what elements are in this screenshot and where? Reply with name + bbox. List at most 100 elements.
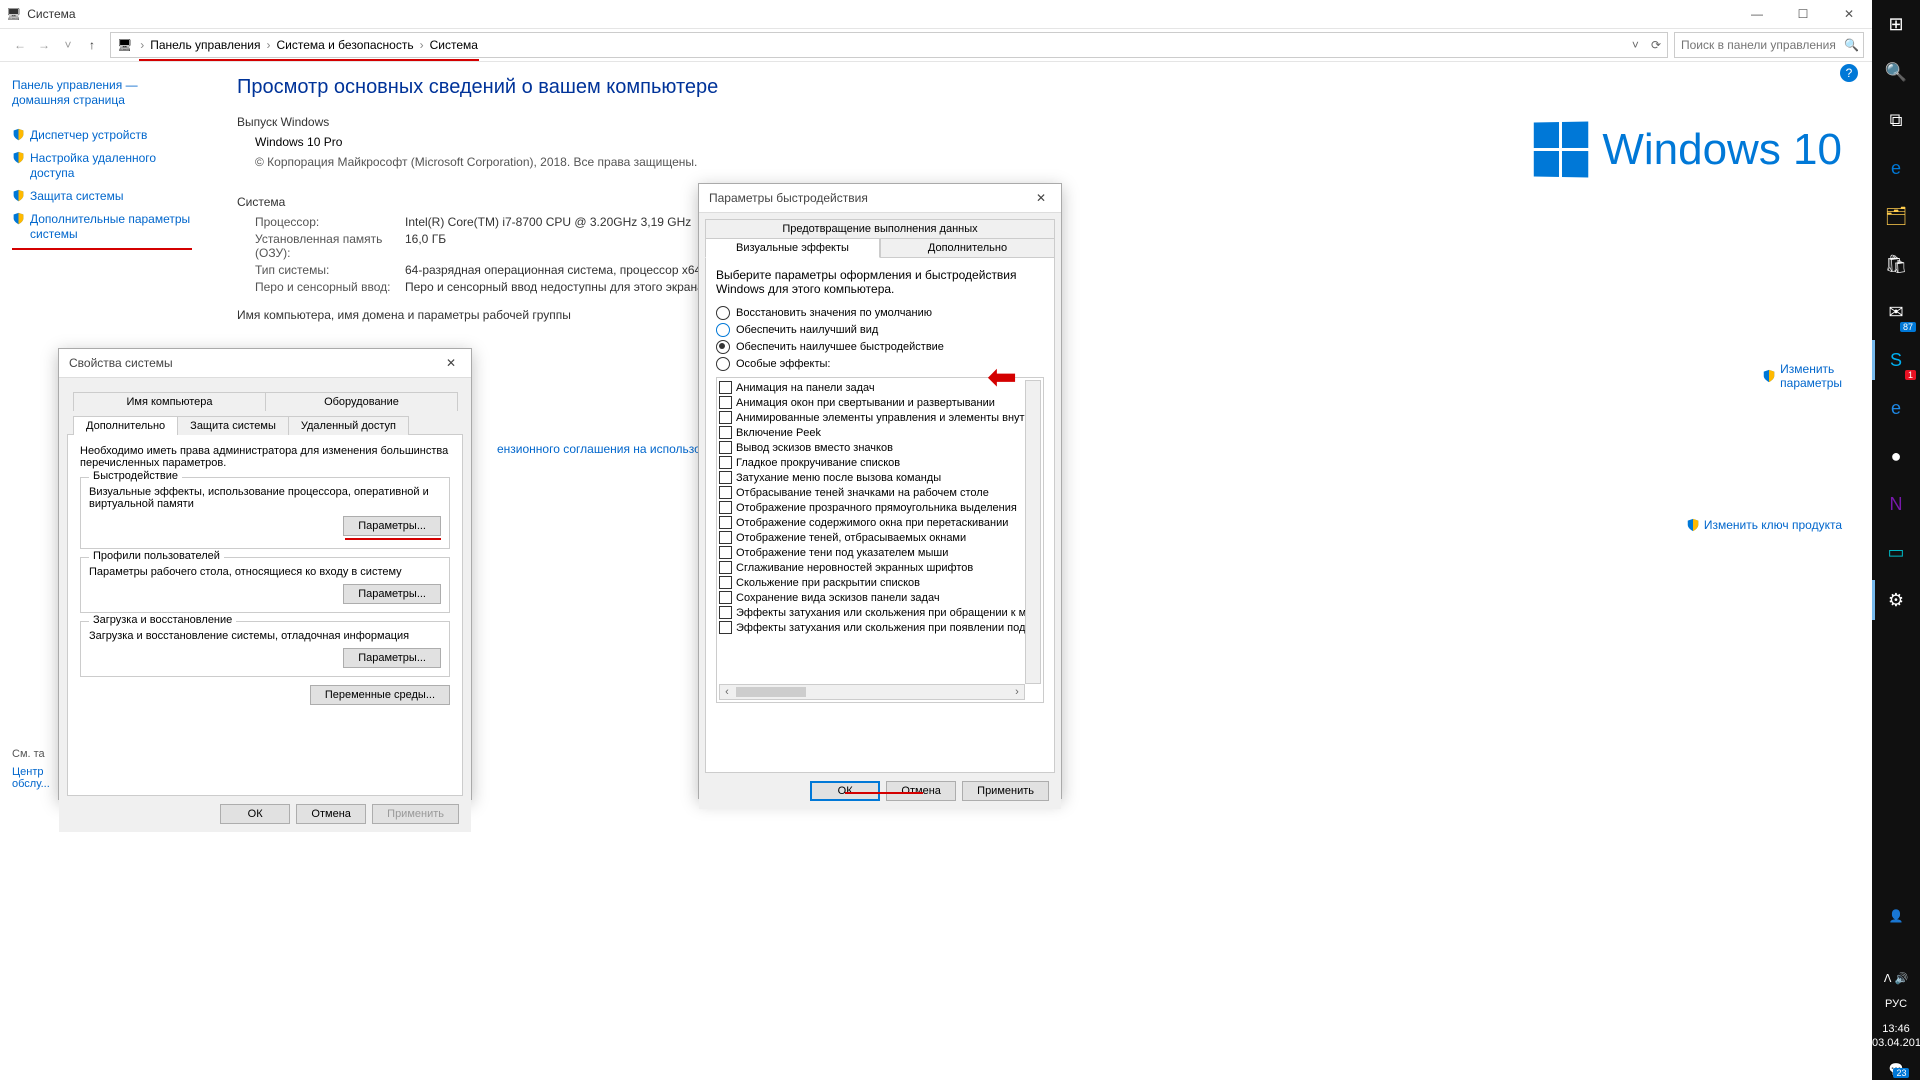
address-dropdown[interactable]: ˅: [1626, 38, 1645, 52]
startup-settings-button[interactable]: Параметры...: [343, 648, 441, 668]
sidebar-link-2[interactable]: Защита системы: [12, 185, 207, 208]
effect-item-2[interactable]: Анимированные элементы управления и элем…: [719, 410, 1041, 425]
nav-up[interactable]: ↑: [80, 38, 104, 52]
crumb-control-panel[interactable]: Панель управления: [146, 38, 264, 52]
effect-item-12[interactable]: Сглаживание неровностей экранных шрифтов: [719, 560, 1041, 575]
checkbox-icon[interactable]: [719, 546, 732, 559]
change-settings-link[interactable]: Изменить параметры: [1762, 362, 1842, 390]
tab-advanced[interactable]: Дополнительно: [73, 416, 178, 435]
checkbox-icon[interactable]: [719, 381, 732, 394]
effect-item-8[interactable]: Отображение прозрачного прямоугольника в…: [719, 500, 1041, 515]
effect-item-6[interactable]: Затухание меню после вызова команды: [719, 470, 1041, 485]
control-panel-home-link[interactable]: Панель управления — домашняя страница: [12, 74, 207, 112]
checkbox-icon[interactable]: [719, 531, 732, 544]
radio-option-2[interactable]: Обеспечить наилучшее быстродействие: [716, 340, 1044, 354]
taskbar-taskview[interactable]: ⧉: [1872, 96, 1920, 144]
checkbox-icon[interactable]: [719, 516, 732, 529]
effect-item-7[interactable]: Отбрасывание теней значками на рабочем с…: [719, 485, 1041, 500]
performance-settings-button[interactable]: Параметры...: [343, 516, 441, 536]
taskbar-ie[interactable]: e: [1872, 384, 1920, 432]
apply-button[interactable]: Применить: [372, 804, 459, 824]
taskbar-sysprops-task[interactable]: ⚙: [1872, 576, 1920, 624]
nav-recent[interactable]: ˅: [56, 38, 80, 52]
effect-item-4[interactable]: Вывод эскизов вместо значков: [719, 440, 1041, 455]
cancel-button[interactable]: Отмена: [886, 781, 956, 801]
apply-button[interactable]: Применить: [962, 781, 1049, 801]
checkbox-icon[interactable]: [719, 426, 732, 439]
nav-back[interactable]: ←: [8, 38, 32, 52]
effect-item-16[interactable]: Эффекты затухания или скольжения при поя…: [719, 620, 1041, 635]
tab-dep[interactable]: Предотвращение выполнения данных: [705, 219, 1055, 238]
language-indicator[interactable]: РУС: [1872, 998, 1920, 1010]
cancel-button[interactable]: Отмена: [296, 804, 366, 824]
taskbar-search[interactable]: 🔍: [1872, 48, 1920, 96]
checkbox-icon[interactable]: [719, 561, 732, 574]
tab-visual-effects[interactable]: Визуальные эффекты: [705, 238, 880, 258]
horizontal-scrollbar[interactable]: ‹›: [719, 684, 1025, 700]
search-box[interactable]: 🔍: [1674, 32, 1864, 58]
taskbar-explorer[interactable]: 🗂: [1872, 192, 1920, 240]
seealso-link[interactable]: Центр: [12, 766, 50, 778]
nav-forward[interactable]: →: [32, 38, 56, 52]
taskbar-onenote[interactable]: N: [1872, 480, 1920, 528]
checkbox-icon[interactable]: [719, 621, 732, 634]
checkbox-icon[interactable]: [719, 576, 732, 589]
effect-item-10[interactable]: Отображение теней, отбрасываемых окнами: [719, 530, 1041, 545]
effect-item-9[interactable]: Отображение содержимого окна при перетас…: [719, 515, 1041, 530]
radio-option-1[interactable]: Обеспечить наилучший вид: [716, 323, 1044, 337]
taskbar-edge[interactable]: e: [1872, 144, 1920, 192]
ok-button[interactable]: ОК: [810, 781, 880, 801]
taskbar-app1[interactable]: ▭: [1872, 528, 1920, 576]
effect-item-15[interactable]: Эффекты затухания или скольжения при обр…: [719, 605, 1041, 620]
tab-protection[interactable]: Защита системы: [177, 416, 289, 435]
sidebar-link-3[interactable]: Дополнительные параметры системы: [12, 208, 207, 246]
close-button[interactable]: ✕: [1826, 0, 1872, 28]
dialog-close-button[interactable]: ✕: [441, 356, 461, 370]
seealso-link[interactable]: обслу...: [12, 778, 50, 790]
tab-computer-name[interactable]: Имя компьютера: [73, 392, 266, 411]
crumb-security[interactable]: Система и безопасность: [272, 38, 417, 52]
tab-advanced[interactable]: Дополнительно: [880, 238, 1055, 258]
breadcrumb[interactable]: 🖥 › Панель управления › Система и безопа…: [110, 32, 1668, 58]
sidebar-link-1[interactable]: Настройка удаленного доступа: [12, 147, 207, 185]
profiles-settings-button[interactable]: Параметры...: [343, 584, 441, 604]
effect-item-3[interactable]: Включение Peek: [719, 425, 1041, 440]
checkbox-icon[interactable]: [719, 411, 732, 424]
taskbar-store[interactable]: 🛍: [1872, 240, 1920, 288]
taskbar-skype[interactable]: S1: [1872, 336, 1920, 384]
minimize-button[interactable]: —: [1734, 0, 1780, 28]
checkbox-icon[interactable]: [719, 591, 732, 604]
refresh-button[interactable]: ⟳: [1645, 38, 1667, 52]
clock[interactable]: 13:4603.04.2019: [1872, 1022, 1920, 1050]
tab-hardware[interactable]: Оборудование: [265, 392, 458, 411]
search-input[interactable]: [1679, 37, 1844, 53]
vertical-scrollbar[interactable]: [1025, 380, 1041, 684]
effect-item-14[interactable]: Сохранение вида эскизов панели задач: [719, 590, 1041, 605]
tab-remote[interactable]: Удаленный доступ: [288, 416, 409, 435]
radio-option-0[interactable]: Восстановить значения по умолчанию: [716, 306, 1044, 320]
checkbox-icon[interactable]: [719, 606, 732, 619]
env-vars-button[interactable]: Переменные среды...: [310, 685, 450, 705]
checkbox-icon[interactable]: [719, 486, 732, 499]
dialog-close-button[interactable]: ✕: [1031, 191, 1051, 205]
effects-listbox[interactable]: Анимация на панели задачАнимация окон пр…: [716, 377, 1044, 703]
taskbar-chrome[interactable]: ●: [1872, 432, 1920, 480]
people-button[interactable]: 👤: [1872, 892, 1920, 940]
help-icon[interactable]: ?: [1840, 64, 1858, 82]
taskbar-mail[interactable]: ✉87: [1872, 288, 1920, 336]
checkbox-icon[interactable]: [719, 441, 732, 454]
checkbox-icon[interactable]: [719, 396, 732, 409]
effect-item-5[interactable]: Гладкое прокручивание списков: [719, 455, 1041, 470]
tray-area[interactable]: ᐱ 🔊: [1872, 972, 1920, 986]
ok-button[interactable]: ОК: [220, 804, 290, 824]
search-icon[interactable]: 🔍: [1844, 38, 1859, 52]
effect-item-11[interactable]: Отображение тени под указателем мыши: [719, 545, 1041, 560]
taskbar-start[interactable]: ⊞: [1872, 0, 1920, 48]
checkbox-icon[interactable]: [719, 501, 732, 514]
maximize-button[interactable]: ☐: [1780, 0, 1826, 28]
action-center-button[interactable]: 💬23: [1872, 1062, 1920, 1076]
checkbox-icon[interactable]: [719, 471, 732, 484]
checkbox-icon[interactable]: [719, 456, 732, 469]
sidebar-link-0[interactable]: Диспетчер устройств: [12, 124, 207, 147]
crumb-system[interactable]: Система: [426, 38, 482, 52]
